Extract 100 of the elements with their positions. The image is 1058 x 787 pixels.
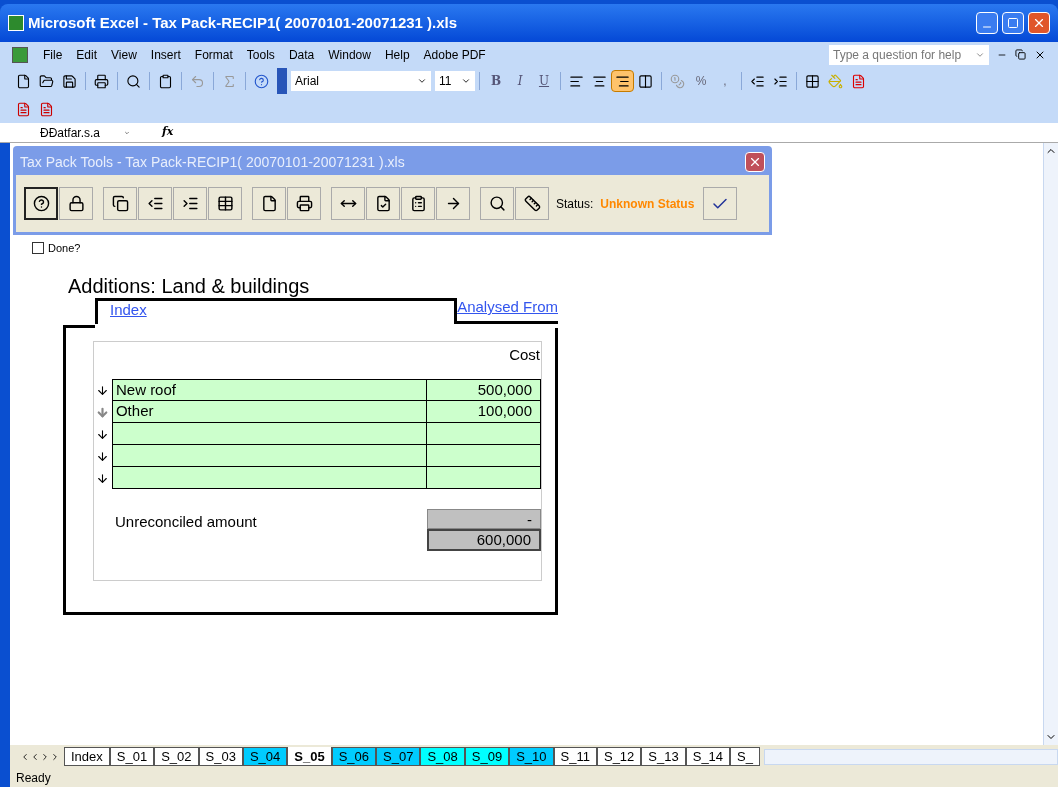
format-button[interactable]: U [532,72,556,90]
index-link[interactable]: Index [110,299,147,322]
total-cell[interactable]: 600,000 [426,529,541,551]
printer-icon [295,195,313,212]
sheet-tab[interactable]: S_12 [596,747,642,766]
dropdown-icon[interactable] [461,76,471,86]
tool-button[interactable] [480,187,514,220]
description-cell[interactable]: Other [111,401,428,423]
close-icon [748,155,762,169]
save-icon-glyph-icon [62,73,77,89]
description-cell[interactable] [111,445,428,467]
cost-cell[interactable] [427,445,541,467]
close-button[interactable] [745,152,765,172]
description-cell[interactable] [111,467,428,489]
close-button[interactable] [1028,12,1050,34]
sheet-tab[interactable]: S_01 [109,747,155,766]
align-icon[interactable] [611,70,634,92]
tool-button[interactable] [287,187,321,220]
outdent-icon [181,195,199,212]
menu-item[interactable]: Tools [239,45,282,64]
menu-item[interactable]: Format [187,45,240,64]
sheet-tab[interactable]: S_05 [287,747,332,766]
sheet-tab[interactable]: S_09 [464,747,510,766]
previous-sheet-icon[interactable] [30,751,40,762]
sheet-tab[interactable]: S_04 [242,747,288,766]
dropdown-icon[interactable] [417,76,427,86]
tool-button[interactable] [515,187,549,220]
tool-button[interactable] [24,187,58,220]
next-sheet-icon[interactable] [40,751,50,762]
horizontal-scrollbar[interactable] [764,748,1058,765]
cost-cell[interactable] [427,467,541,489]
status-text: Ready [16,769,51,787]
sheet-tab[interactable]: S_ [730,747,760,766]
sheet-tab[interactable]: S_02 [154,747,199,766]
restore-icon[interactable] [1015,49,1026,60]
sheet-tab[interactable]: S_13 [641,747,686,766]
down-arrow-icon[interactable] [96,471,110,485]
help-icon [32,195,50,212]
menu-item[interactable]: File [36,45,70,64]
sheet-tab[interactable]: Index [64,747,110,766]
menu-item[interactable]: Help [377,45,417,64]
indent-icon-glyph-icon [750,73,765,89]
tool-button[interactable] [401,187,435,220]
font-field[interactable]: Arial [291,71,431,91]
done-checkbox[interactable] [32,242,44,255]
align-icon-glyph-icon [592,73,607,89]
vertical-scrollbar[interactable] [1043,143,1058,745]
description-cell[interactable] [111,423,428,445]
description-cell[interactable]: New roof [111,379,428,401]
menu-item[interactable]: Data [281,45,322,64]
format-button[interactable]: I [508,72,532,90]
menu-item[interactable]: Edit [69,45,105,64]
first-sheet-icon[interactable] [20,751,30,762]
last-sheet-icon[interactable] [50,751,60,762]
tool-window-title: Tax Pack Tools - Tax Pack-RECIP1( 20070101-20071231 ).xls [20,152,405,172]
tool-button[interactable] [331,187,365,220]
menu-item[interactable]: Window [321,45,378,64]
number-format-button[interactable]: % [689,72,713,90]
down-arrow-icon[interactable] [96,383,110,397]
align-icon-glyph-icon [615,73,630,89]
menu-item[interactable]: View [104,45,144,64]
tool-button[interactable] [103,187,137,220]
status-label: Status: [556,195,594,213]
sheet-tab[interactable]: S_08 [420,747,465,766]
analysed-from-link[interactable]: Analysed From [457,296,558,319]
unreconciled-cell: - [426,509,541,529]
align-icon-glyph-icon [638,73,653,89]
sheet-tab[interactable]: S_07 [376,747,421,766]
sheet-tab[interactable]: S_11 [553,747,597,766]
down-arrow-icon[interactable] [96,449,110,463]
help-search-field[interactable]: Type a question for help [829,44,989,65]
sheet-tab[interactable]: S_10 [509,747,554,766]
cost-cell[interactable]: 500,000 [427,379,541,401]
tool-button[interactable] [366,187,400,220]
toolbar-handle[interactable] [277,68,287,94]
menu-item[interactable]: Insert [143,45,188,64]
font-size-field[interactable]: 11 [435,71,475,91]
number-format-button[interactable]: , [713,72,737,90]
down-arrow-icon[interactable] [96,427,110,441]
tool-button[interactable] [252,187,286,220]
name-box[interactable]: ÐÐatfar.s.a [0,123,130,142]
cost-cell[interactable]: 100,000 [427,401,541,423]
menu-item[interactable]: Adobe PDF [416,45,493,64]
sheet-tab[interactable]: S_06 [331,747,377,766]
tool-button[interactable] [138,187,172,220]
maximize-button[interactable] [1002,12,1024,34]
copy-icon [111,195,129,212]
tool-button[interactable] [208,187,242,220]
sheet-tab[interactable]: S_14 [685,747,731,766]
confirm-button[interactable] [703,187,738,220]
indent-icon-glyph-icon [773,73,788,89]
lock-icon [67,195,85,212]
tool-button[interactable] [173,187,207,220]
currency-icon-glyph-icon [670,73,685,89]
minimize-button[interactable] [976,12,998,34]
format-button[interactable]: B [484,72,508,90]
sheet-tab[interactable]: S_03 [198,747,243,766]
tool-button[interactable] [59,187,93,220]
indent-icon [146,195,164,212]
cost-cell[interactable] [427,423,541,445]
